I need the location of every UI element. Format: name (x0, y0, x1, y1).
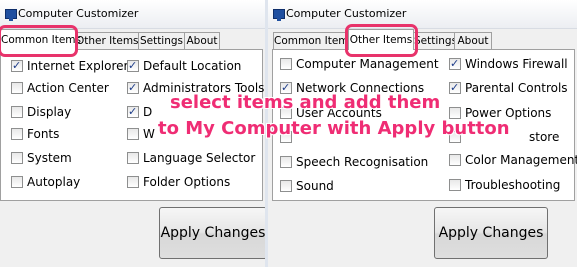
tab-settings[interactable]: Settings (413, 32, 457, 49)
window-title: Computer Customizer (286, 7, 407, 20)
checkbox[interactable] (449, 154, 461, 166)
tab-settings[interactable]: Settings (138, 32, 185, 49)
checkbox[interactable] (11, 106, 23, 118)
tab-about[interactable]: About (454, 32, 492, 49)
checkbox[interactable] (280, 180, 292, 192)
tab-common-items[interactable]: Common Items (0, 29, 81, 50)
window-title: Computer Customizer (18, 7, 139, 20)
tab-other-items[interactable]: Other Items (348, 29, 414, 50)
checkbox[interactable] (127, 57, 139, 75)
checkbox[interactable] (11, 57, 23, 75)
checkbox[interactable] (11, 152, 23, 164)
checkbox[interactable] (11, 82, 23, 94)
checkbox[interactable] (449, 179, 461, 191)
checkbox[interactable] (127, 176, 139, 188)
checkbox[interactable] (127, 152, 139, 164)
checkbox[interactable] (11, 176, 23, 188)
checkbox[interactable] (280, 58, 292, 70)
checkbox[interactable] (449, 79, 461, 97)
checkbox[interactable] (127, 103, 139, 121)
annotation-line-1: select items and add them (170, 92, 441, 113)
checkbox[interactable] (280, 156, 292, 168)
tab-common-items[interactable]: Common Items (273, 32, 354, 49)
apply-changes-button[interactable]: Apply Changes (434, 207, 548, 259)
annotation-line-2: to My Computer with Apply button (158, 118, 510, 139)
checkbox[interactable] (11, 128, 23, 140)
checkbox[interactable] (127, 79, 139, 97)
computer-icon (5, 9, 17, 21)
title-bar: Computer Customizer (0, 0, 265, 29)
tab-strip: Common Items Other Items Settings About (268, 29, 577, 50)
checkbox[interactable] (449, 55, 461, 73)
tab-about[interactable]: About (184, 32, 220, 49)
apply-changes-button[interactable]: Apply Changes (159, 207, 265, 259)
tab-other-items[interactable]: Other Items (75, 32, 139, 49)
checkbox[interactable] (127, 128, 139, 140)
tab-strip: Common Items Other Items Settings About (0, 29, 265, 50)
title-bar: Computer Customizer (268, 0, 577, 29)
computer-icon (273, 9, 285, 21)
